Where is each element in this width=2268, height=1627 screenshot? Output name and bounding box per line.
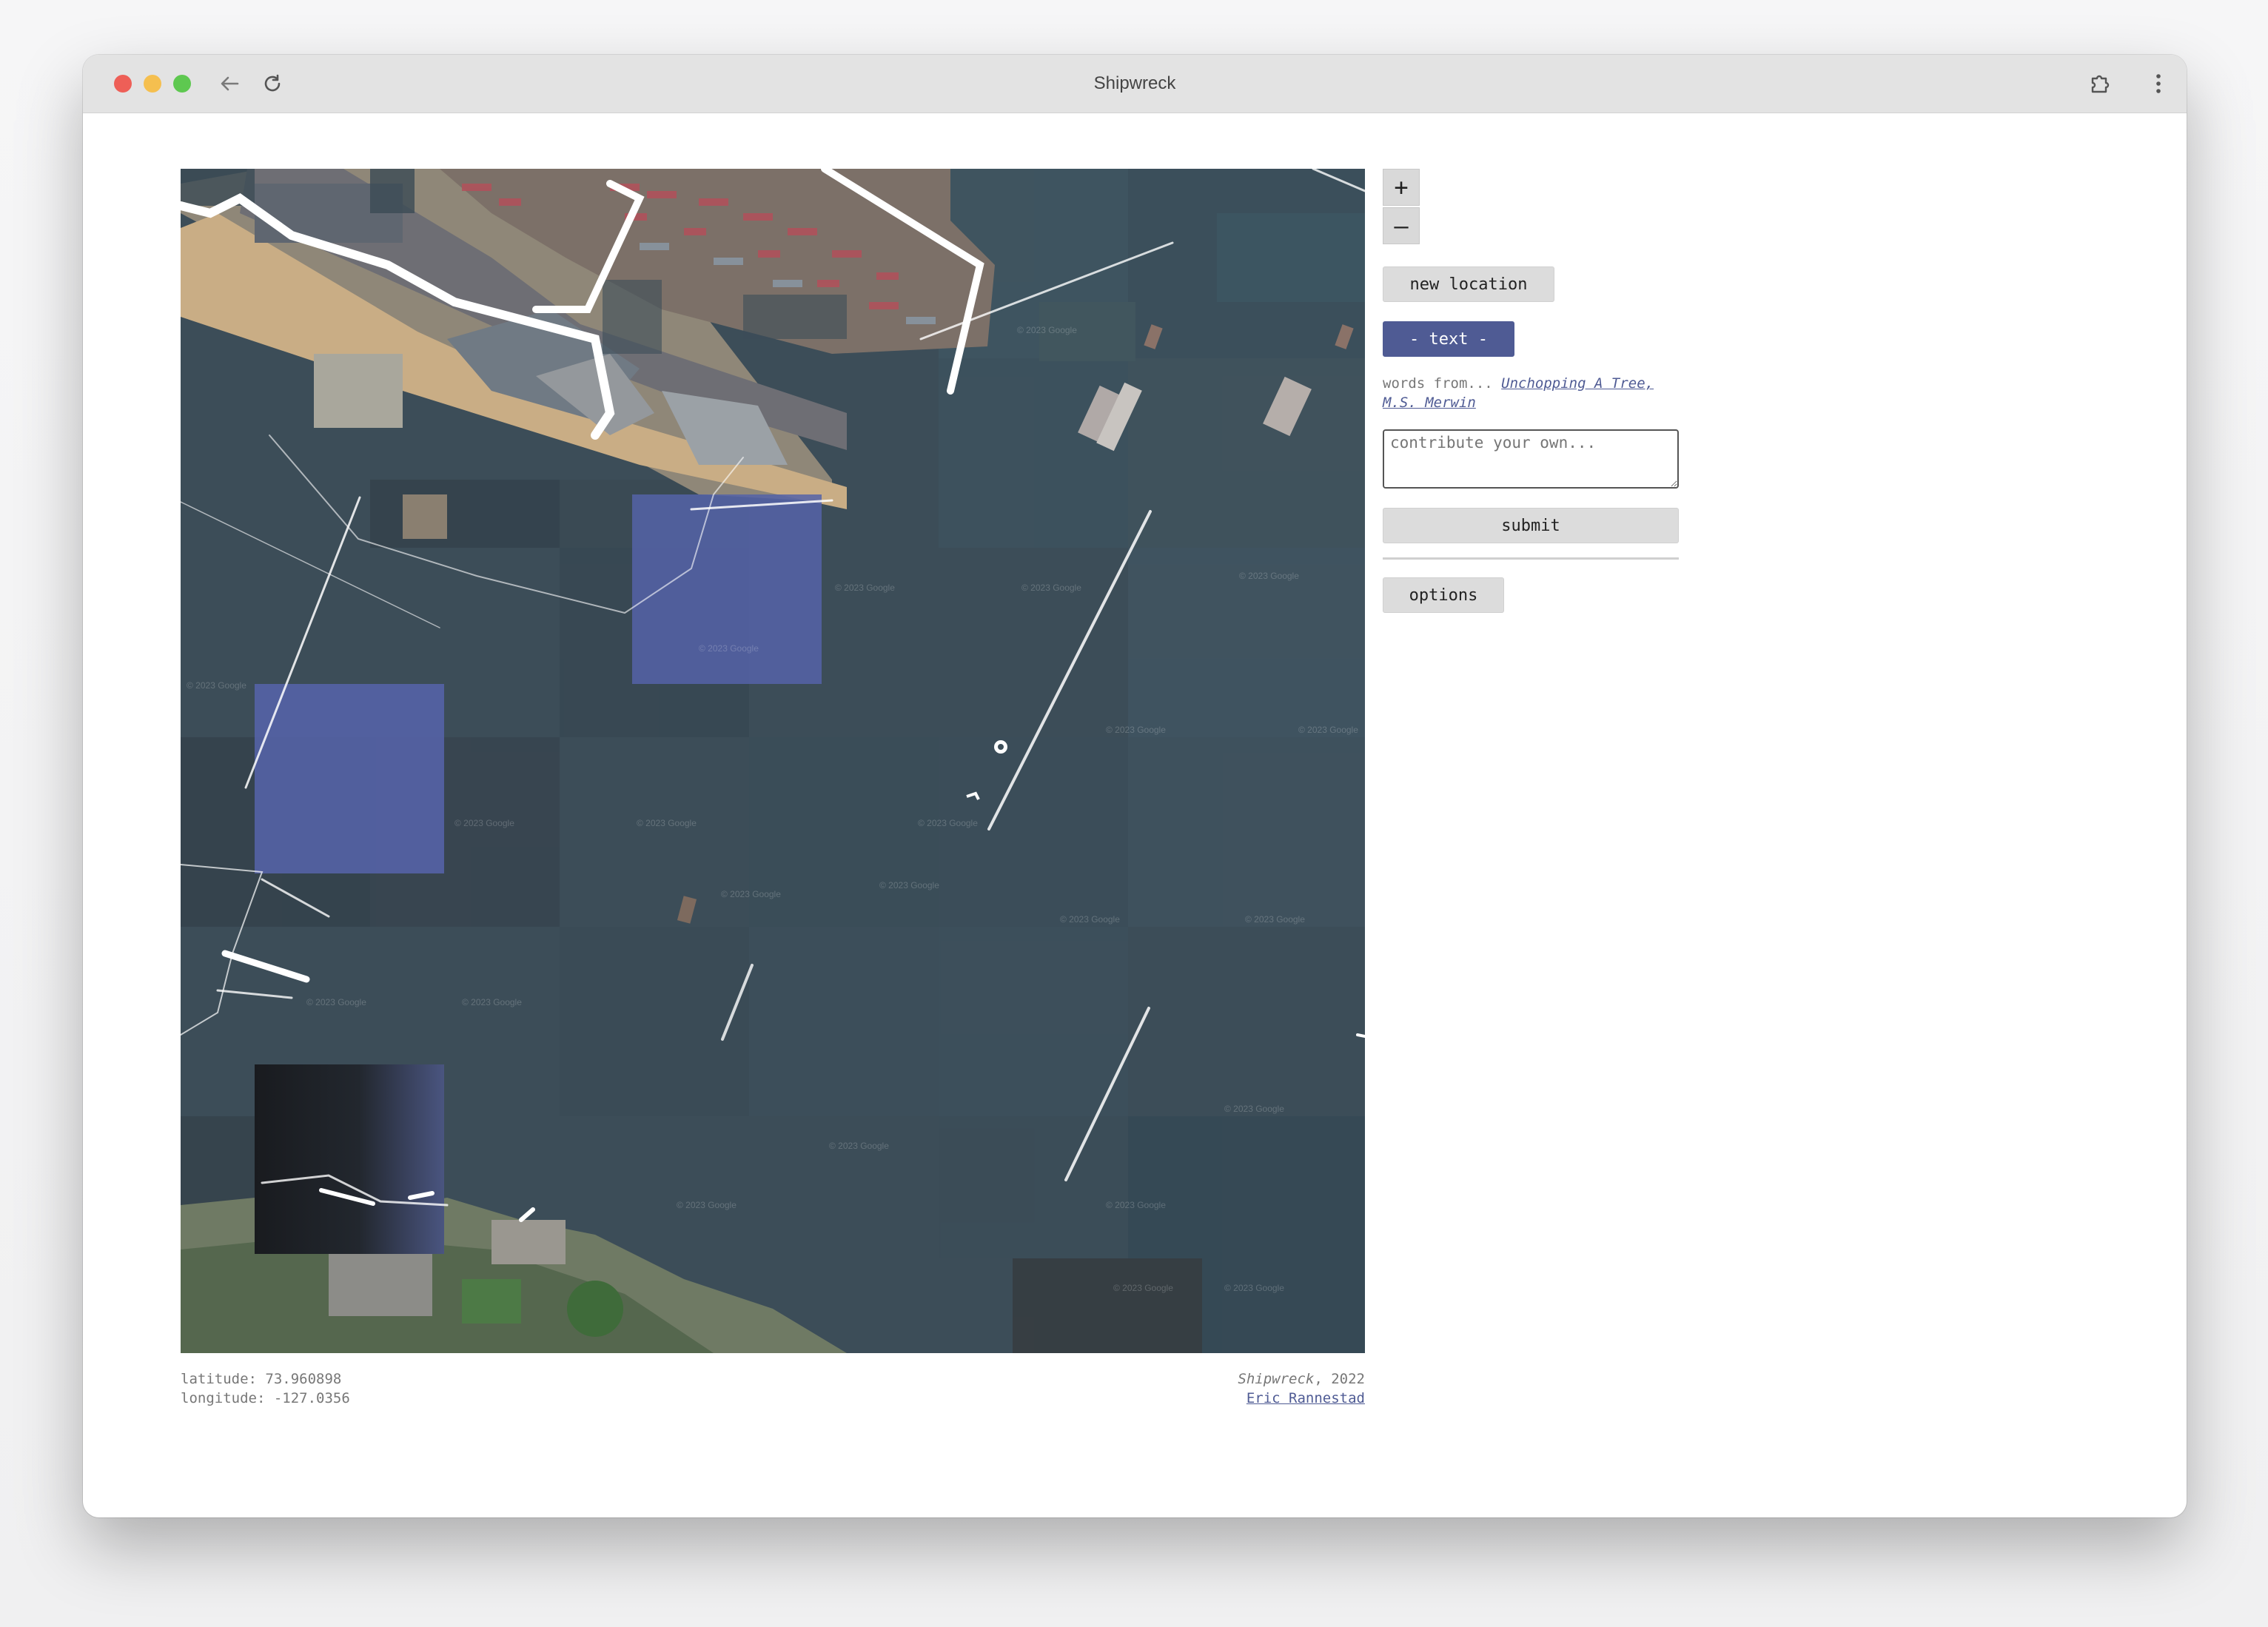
map-watermark: © 2023 Google <box>835 583 895 593</box>
puzzle-icon[interactable] <box>2084 67 2117 100</box>
map-watermark: © 2023 Google <box>1113 1283 1173 1293</box>
map-watermark: © 2023 Google <box>637 818 697 828</box>
poem-author-link[interactable]: M.S. Merwin <box>1383 395 1476 411</box>
map-watermark: © 2023 Google <box>1106 1200 1166 1210</box>
map-watermark: © 2023 Google <box>1060 914 1120 925</box>
map-watermark: © 2023 Google <box>699 643 759 654</box>
longitude-readout: longitude: -127.0356 <box>181 1390 350 1406</box>
map-watermark: © 2023 Google <box>1106 725 1166 735</box>
map-watermark: © 2023 Google <box>1245 914 1305 925</box>
work-title: Shipwreck <box>1238 1371 1315 1387</box>
back-arrow-icon[interactable] <box>213 67 246 100</box>
credit-prefix: words from... <box>1383 375 1493 392</box>
map-watermark: © 2023 Google <box>1239 571 1299 581</box>
map-watermark: © 2023 Google <box>1224 1283 1284 1293</box>
map-watermark: © 2023 Google <box>879 880 939 890</box>
map-watermark: © 2023 Google <box>677 1200 737 1210</box>
latitude-readout: latitude: 73.960898 <box>181 1371 342 1387</box>
map-watermark: © 2023 Google <box>829 1141 889 1151</box>
author-link[interactable]: Eric Rannestad <box>1247 1390 1365 1406</box>
close-window-button[interactable] <box>114 75 132 93</box>
reload-icon[interactable] <box>256 67 289 100</box>
map-watermark: © 2023 Google <box>1298 725 1358 735</box>
submit-button[interactable]: submit <box>1383 508 1679 543</box>
map-watermark: © 2023 Google <box>918 818 978 828</box>
map-watermark: © 2023 Google <box>454 818 514 828</box>
map-watermark: © 2023 Google <box>1017 325 1077 335</box>
attribution: Shipwreck, 2022 Eric Rannestad <box>1238 1369 1365 1408</box>
browser-window: Shipwreck © 2023 Google © 2023 Google © … <box>83 55 2187 1517</box>
map-watermark: © 2023 Google <box>1021 583 1081 593</box>
map-watermark: © 2023 Google <box>1224 1104 1284 1114</box>
contribution-textarea[interactable] <box>1383 429 1679 489</box>
options-button[interactable]: options <box>1383 577 1504 613</box>
title-bar: Shipwreck <box>83 55 2187 113</box>
divider <box>1383 557 1679 560</box>
maximize-window-button[interactable] <box>173 75 191 93</box>
map-watermark: © 2023 Google <box>187 680 246 691</box>
window-title: Shipwreck <box>1093 73 1176 93</box>
poem-credit: words from... Unchopping A Tree, M.S. Me… <box>1383 374 1694 412</box>
zoom-in-button[interactable]: + <box>1383 169 1420 206</box>
map-watermark: © 2023 Google <box>462 997 522 1007</box>
work-year: , 2022 <box>1314 1371 1365 1387</box>
zoom-out-button[interactable]: – <box>1383 207 1420 244</box>
satellite-map[interactable]: © 2023 Google © 2023 Google © 2023 Googl… <box>181 169 1365 1353</box>
text-toggle-button[interactable]: - text - <box>1383 321 1514 357</box>
coordinates-readout: latitude: 73.960898 longitude: -127.0356 <box>181 1369 350 1408</box>
kebab-menu-icon[interactable] <box>2142 67 2175 100</box>
map-watermark: © 2023 Google <box>721 889 781 899</box>
poem-title-link[interactable]: Unchopping A Tree, <box>1501 375 1654 392</box>
new-location-button[interactable]: new location <box>1383 266 1554 302</box>
minimize-window-button[interactable] <box>144 75 161 93</box>
map-watermark: © 2023 Google <box>306 997 366 1007</box>
